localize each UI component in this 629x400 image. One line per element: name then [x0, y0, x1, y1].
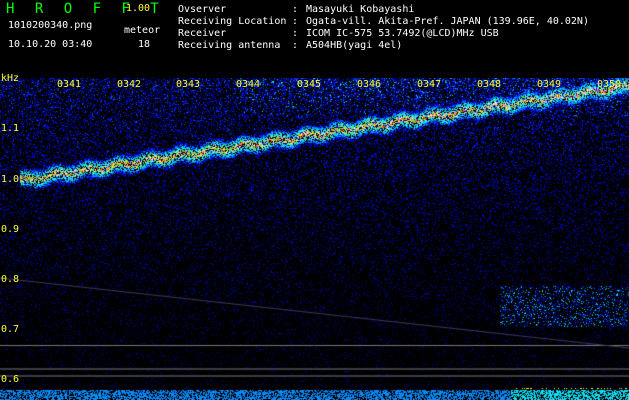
- info-row-antenna: Receiving antenna: A504HB(yagi 4el): [178, 40, 402, 52]
- time-label: 0350: [597, 79, 622, 90]
- time-label: 0348: [477, 79, 502, 90]
- time-label: 0346: [357, 79, 382, 90]
- info-sep: :: [292, 16, 299, 27]
- time-label: 0349: [537, 79, 562, 90]
- y-axis-unit: kHz: [1, 73, 20, 84]
- info-value: ICOM IC-575 53.7492(@LCD)MHz USB: [306, 28, 499, 39]
- spectrogram-canvas: [0, 78, 629, 400]
- y-tick-label: 0.9: [1, 224, 20, 235]
- time-label: 0342: [117, 79, 142, 90]
- y-tick-label: 1.1: [1, 123, 20, 134]
- info-sep: :: [292, 28, 299, 39]
- y-tick-label: 0.7: [1, 324, 20, 335]
- info-key: Ovserver: [178, 4, 227, 15]
- info-key: Receiving antenna: [178, 40, 281, 51]
- app-version: 1.00: [126, 3, 151, 14]
- time-label: 0343: [176, 79, 201, 90]
- y-tick-label: 0.6: [1, 374, 20, 385]
- info-row-location: Receiving Location: Ogata-vill. Akita-Pre…: [178, 16, 589, 28]
- y-tick-label: 0.8: [1, 274, 20, 285]
- time-label: 0345: [297, 79, 322, 90]
- info-row-observer: Ovserver: Masayuki Kobayashi: [178, 4, 414, 16]
- info-value: Ogata-vill. Akita-Pref. JAPAN (139.96E, …: [306, 16, 589, 27]
- time-label: 0347: [417, 79, 442, 90]
- file-datetime: 10.10.20 03:40: [8, 39, 93, 50]
- info-sep: :: [292, 4, 299, 15]
- info-key: Receiver: [178, 28, 227, 39]
- info-value: Masayuki Kobayashi: [306, 4, 415, 15]
- y-tick-label: 1.0: [1, 174, 20, 185]
- hrofft-window: { "app": { "name": "H R O F F T", "versi…: [0, 0, 629, 400]
- info-row-receiver: Receiver: ICOM IC-575 53.7492(@LCD)MHz US…: [178, 28, 499, 40]
- info-key: Receiving Location: [178, 16, 287, 27]
- info-value: A504HB(yagi 4el): [306, 40, 403, 51]
- file-name: 1010200340.png: [8, 20, 93, 31]
- meteor-count: 18: [138, 39, 151, 50]
- meteor-label: meteor: [124, 25, 161, 36]
- time-label: 0344: [236, 79, 261, 90]
- info-sep: :: [292, 40, 299, 51]
- time-label: 0341: [57, 79, 82, 90]
